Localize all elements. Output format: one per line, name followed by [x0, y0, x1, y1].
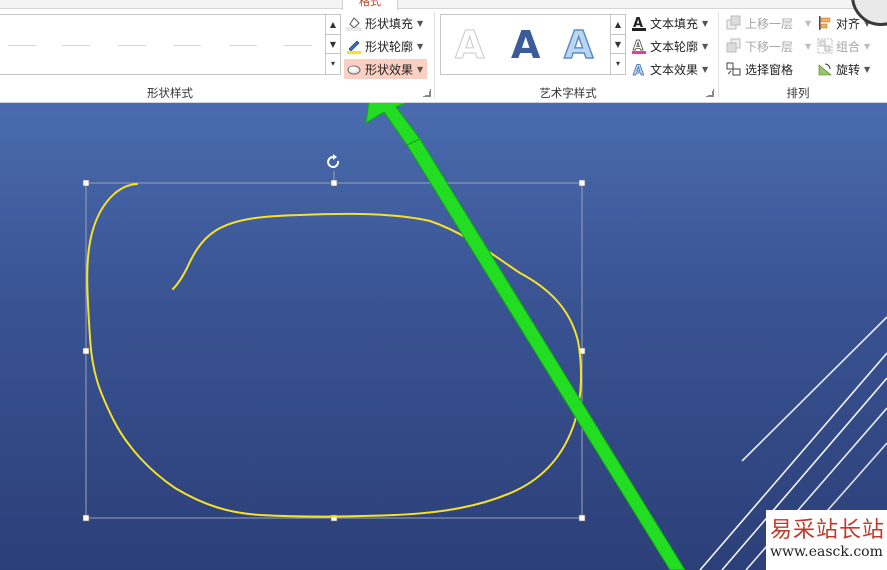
scroll-up-icon[interactable]: ▲: [326, 15, 340, 35]
text-effects-label: 文本效果: [650, 62, 699, 77]
shape-style-preset[interactable]: [173, 45, 201, 46]
shape-outline-button[interactable]: 形状轮廓 ▼: [346, 36, 423, 56]
paint-bucket-icon: [346, 15, 362, 32]
group-objects-icon: [817, 38, 833, 54]
tab-format-label: 格式: [359, 0, 381, 8]
ribbon: 格式 ▲ ▼ ▾ 形状填充 ▼ 形状轮廓 ▼ 形状效果 ▼ 形状样式 A A A…: [0, 0, 887, 103]
shape-style-preset[interactable]: [62, 45, 90, 46]
shape-style-gallery[interactable]: ▲ ▼ ▾: [0, 14, 341, 75]
text-outline-button[interactable]: A 文本轮廓 ▼: [631, 36, 708, 56]
text-outline-label: 文本轮廓: [650, 39, 699, 54]
shape-style-preset[interactable]: [284, 45, 312, 46]
dropdown-arrow-icon: ▼: [417, 41, 424, 51]
slide-canvas[interactable]: [0, 103, 887, 570]
wordart-preset-blue[interactable]: A: [511, 23, 540, 67]
text-fill-label: 文本填充: [650, 16, 699, 31]
dropdown-arrow-icon: ▼: [805, 18, 812, 28]
dropdown-arrow-icon: ▼: [702, 41, 709, 51]
scroll-up-icon[interactable]: ▲: [611, 15, 625, 35]
bring-forward-icon: [726, 15, 742, 31]
send-backward-label: 下移一层: [745, 39, 794, 54]
text-effects-icon: A: [631, 61, 647, 80]
slide-artwork: [82, 103, 887, 570]
rotate-icon: [817, 61, 833, 77]
tab-fragment[interactable]: [255, 0, 325, 8]
annotation-arrow: [365, 103, 686, 570]
watermark: 易采站长站 www.easck.com: [766, 510, 887, 570]
bring-forward-label: 上移一层: [745, 16, 794, 31]
shape-style-preset[interactable]: [229, 45, 257, 46]
wordart-preset-gradient[interactable]: A: [563, 22, 594, 68]
shape-style-preset[interactable]: [118, 45, 146, 46]
shape-outline-label: 形状轮廓: [365, 39, 414, 54]
dropdown-arrow-icon: ▼: [702, 64, 709, 74]
dropdown-arrow-icon: ▼: [417, 64, 424, 74]
selection-pane-label: 选择窗格: [745, 62, 794, 77]
dropdown-arrow-icon: ▼: [864, 64, 871, 74]
bring-forward-button[interactable]: 上移一层 ▼: [726, 13, 811, 33]
scroll-down-icon[interactable]: ▼: [611, 35, 625, 55]
wordart-style-gallery[interactable]: A A A ▲ ▼ ▾: [440, 14, 626, 75]
resize-handles[interactable]: [82, 179, 586, 522]
dialog-launcher-icon[interactable]: [706, 89, 714, 97]
freeform-drawn-curve[interactable]: [86, 183, 582, 518]
ribbon-tab-strip: [0, 0, 887, 9]
shape-styles-group-label: 形状样式: [147, 86, 193, 100]
shape-gallery-scroller[interactable]: ▲ ▼ ▾: [325, 15, 340, 74]
rotate-label: 旋转: [836, 62, 861, 77]
dropdown-arrow-icon: ▼: [417, 18, 424, 28]
tab-fragment[interactable]: [34, 0, 84, 8]
watermark-url: www.easck.com: [770, 544, 883, 560]
watermark-text: 易采站长站: [770, 518, 886, 543]
text-outline-icon: A: [631, 38, 647, 54]
tab-format[interactable]: 格式: [342, 0, 398, 10]
shape-effects-icon: [346, 61, 362, 77]
dropdown-arrow-icon: ▼: [864, 41, 871, 51]
svg-text:A: A: [633, 63, 644, 77]
send-backward-button[interactable]: 下移一层 ▼: [726, 36, 811, 56]
selection-frame[interactable]: [85, 171, 583, 519]
group-divider: [434, 12, 435, 98]
selection-pane-button[interactable]: 选择窗格: [726, 59, 793, 79]
dropdown-arrow-icon: ▼: [805, 41, 812, 51]
tab-fragment[interactable]: [175, 0, 205, 8]
wordart-preset-outline[interactable]: A: [454, 23, 484, 68]
wordart-gallery-scroller[interactable]: ▲ ▼ ▾: [610, 15, 625, 74]
shape-effects-button[interactable]: 形状效果 ▼: [344, 59, 428, 79]
text-effects-button[interactable]: A 文本效果 ▼: [631, 59, 709, 80]
shape-effects-label: 形状效果: [365, 62, 414, 77]
align-label: 对齐: [836, 16, 861, 31]
send-backward-icon: [726, 38, 742, 54]
shape-style-preset[interactable]: [8, 45, 36, 46]
selection-pane-icon: [726, 61, 742, 77]
arrange-group-label: 排列: [786, 86, 810, 100]
text-fill-icon: A: [631, 15, 647, 31]
rotate-handle-icon[interactable]: [327, 154, 340, 168]
dialog-launcher-icon[interactable]: [423, 89, 431, 97]
group-button[interactable]: 组合 ▼: [817, 36, 870, 56]
shape-fill-button[interactable]: 形状填充 ▼: [346, 13, 423, 33]
pencil-icon: [346, 38, 362, 54]
group-label: 组合: [836, 39, 861, 54]
wordart-styles-group-label: 艺术字样式: [539, 86, 597, 100]
shape-fill-label: 形状填充: [365, 16, 414, 31]
group-divider: [718, 12, 719, 98]
align-icon: [817, 15, 833, 31]
rotate-button[interactable]: 旋转 ▼: [817, 59, 870, 79]
tab-fragment[interactable]: [120, 0, 150, 8]
scroll-down-icon[interactable]: ▼: [326, 35, 340, 55]
gallery-more-icon[interactable]: ▾: [611, 54, 625, 74]
text-fill-button[interactable]: A 文本填充 ▼: [631, 13, 708, 33]
gallery-more-icon[interactable]: ▾: [326, 54, 340, 74]
dropdown-arrow-icon: ▼: [702, 18, 709, 28]
